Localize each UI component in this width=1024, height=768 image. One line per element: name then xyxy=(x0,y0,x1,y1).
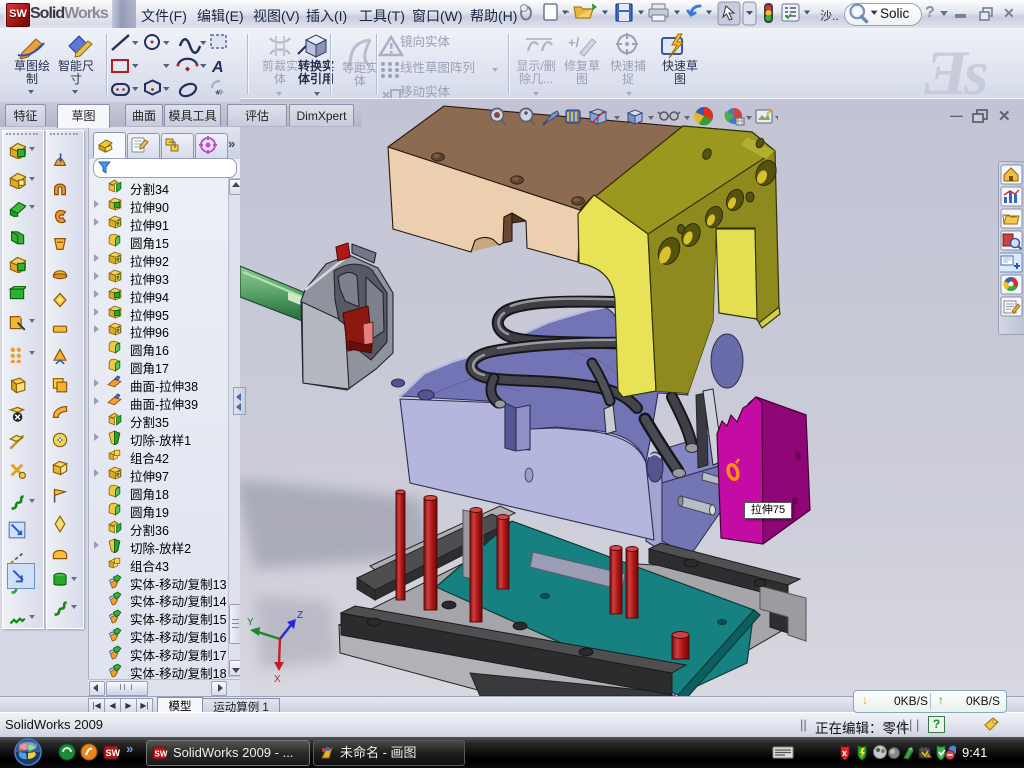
svg-text:A: A xyxy=(211,59,224,76)
svg-text:SW: SW xyxy=(155,750,168,759)
svg-text:*: * xyxy=(20,313,24,323)
svg-text:*: * xyxy=(215,87,220,102)
svg-text:SW: SW xyxy=(106,748,121,758)
svg-text:x: x xyxy=(842,748,847,758)
svg-text:Z: Z xyxy=(297,610,303,621)
svg-text:X: X xyxy=(274,674,281,685)
svg-text:Y: Y xyxy=(247,617,254,628)
svg-text:+/: +/ xyxy=(568,35,580,50)
